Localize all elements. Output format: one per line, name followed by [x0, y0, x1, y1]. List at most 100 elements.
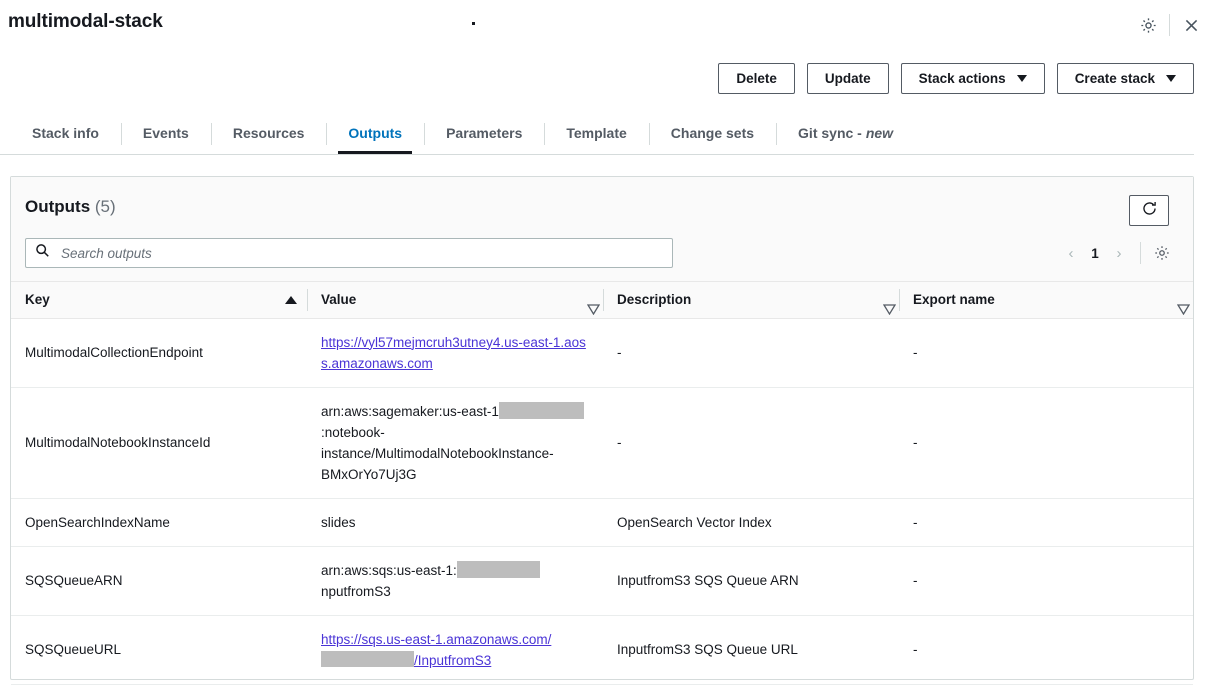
- cell-export-name: -: [899, 318, 1193, 387]
- outputs-table-body: MultimodalCollectionEndpoint https://vyl…: [11, 318, 1193, 684]
- delete-button[interactable]: Delete: [718, 63, 795, 94]
- table-header-row: Key Value Description: [11, 282, 1193, 318]
- tab-label: Change sets: [671, 125, 754, 141]
- tab-label: Template: [566, 125, 626, 141]
- create-stack-button[interactable]: Create stack: [1057, 63, 1194, 94]
- cell-key: MultimodalNotebookInstanceId: [11, 387, 307, 498]
- outputs-count: (5): [95, 197, 116, 216]
- column-header-value-label: Value: [321, 292, 356, 307]
- stack-actions-button-label: Stack actions: [919, 71, 1006, 86]
- redaction-block: [321, 651, 414, 667]
- column-header-export-name[interactable]: Export name: [899, 282, 1193, 318]
- outputs-card: Outputs (5) ‹ 1 ›: [10, 176, 1194, 680]
- stack-action-buttons: Delete Update Stack actions Create stack: [718, 63, 1194, 94]
- delete-button-label: Delete: [736, 71, 777, 86]
- output-value-suffix: /InputfromS3: [414, 653, 491, 668]
- close-icon[interactable]: [1174, 12, 1208, 38]
- page-title: multimodal-stack: [8, 11, 163, 33]
- cell-description: -: [603, 387, 899, 498]
- cell-value: slides: [307, 498, 603, 546]
- cell-value: https://sqs.us-east-1.amazonaws.com/ /Inp…: [307, 615, 603, 684]
- search-icon: [35, 243, 50, 263]
- stack-actions-button[interactable]: Stack actions: [901, 63, 1045, 94]
- tab-resources[interactable]: Resources: [211, 113, 327, 153]
- sort-descending-icon[interactable]: [1171, 296, 1183, 304]
- cell-key: MultimodalCollectionEndpoint: [11, 318, 307, 387]
- cell-value: https://vyl57mejmcruh3utney4.us-east-1.a…: [307, 318, 603, 387]
- tab-label: Resources: [233, 125, 305, 141]
- tab-stack-info[interactable]: Stack info: [10, 113, 121, 153]
- tab-template[interactable]: Template: [544, 113, 648, 153]
- tab-outputs[interactable]: Outputs: [326, 113, 424, 153]
- create-stack-button-label: Create stack: [1075, 71, 1155, 86]
- column-header-description-label: Description: [617, 292, 691, 307]
- tab-git-sync[interactable]: Git sync - new: [776, 113, 915, 153]
- table-row: MultimodalCollectionEndpoint https://vyl…: [11, 318, 1193, 387]
- cell-key: SQSQueueARN: [11, 546, 307, 615]
- tab-label: Events: [143, 125, 189, 141]
- outputs-table-head: Key Value Description: [11, 282, 1193, 318]
- chevron-down-icon: [1017, 75, 1027, 82]
- cell-key: OpenSearchIndexName: [11, 498, 307, 546]
- refresh-button[interactable]: [1129, 195, 1169, 226]
- cell-value: arn:aws:sqs:us-east-1: nputfromS3: [307, 546, 603, 615]
- tab-label: Git sync -: [798, 125, 862, 141]
- outputs-heading: Outputs (5): [25, 197, 116, 217]
- tab-change-sets[interactable]: Change sets: [649, 113, 776, 153]
- output-value-prefix: https://sqs.us-east-1.amazonaws.com/: [321, 632, 551, 647]
- table-row: MultimodalNotebookInstanceId arn:aws:sag…: [11, 387, 1193, 498]
- tab-label: Stack info: [32, 125, 99, 141]
- stack-detail-tabs: Stack info Events Resources Outputs Para…: [0, 113, 1194, 155]
- cell-export-name: -: [899, 615, 1193, 684]
- pagination-prev-icon[interactable]: ‹: [1058, 239, 1084, 267]
- column-header-value[interactable]: Value: [307, 282, 603, 318]
- top-bar-divider: [1169, 14, 1170, 36]
- tab-label: Parameters: [446, 125, 522, 141]
- table-row: SQSQueueARN arn:aws:sqs:us-east-1: nputfr…: [11, 546, 1193, 615]
- outputs-heading-text: Outputs: [25, 197, 90, 216]
- cell-export-name: -: [899, 498, 1193, 546]
- output-value-prefix: arn:aws:sqs:us-east-1:: [321, 563, 457, 578]
- refresh-icon: [1141, 200, 1158, 222]
- cell-description: OpenSearch Vector Index: [603, 498, 899, 546]
- redaction-block: [499, 402, 584, 419]
- column-header-key-label: Key: [25, 292, 50, 307]
- tab-new-badge: new: [866, 125, 893, 141]
- output-value-link[interactable]: https://vyl57mejmcruh3utney4.us-east-1.a…: [321, 335, 586, 371]
- tab-events[interactable]: Events: [121, 113, 211, 153]
- table-row: OpenSearchIndexName slides OpenSearch Ve…: [11, 498, 1193, 546]
- cell-key: SQSQueueURL: [11, 615, 307, 684]
- cell-value: arn:aws:sagemaker:us-east-1 :notebook-ins…: [307, 387, 603, 498]
- search-input[interactable]: [59, 239, 663, 267]
- tab-parameters[interactable]: Parameters: [424, 113, 544, 153]
- column-header-description[interactable]: Description: [603, 282, 899, 318]
- gear-icon[interactable]: [1131, 12, 1165, 38]
- table-preferences-gear-icon[interactable]: [1149, 239, 1175, 267]
- column-header-key[interactable]: Key: [11, 282, 307, 318]
- cell-export-name: -: [899, 546, 1193, 615]
- output-value-suffix: nputfromS3: [321, 584, 391, 599]
- pagination-next-icon[interactable]: ›: [1106, 239, 1132, 267]
- sort-descending-icon[interactable]: [877, 296, 889, 304]
- sort-ascending-icon[interactable]: [285, 296, 297, 304]
- output-value-link[interactable]: https://sqs.us-east-1.amazonaws.com/ /Inp…: [321, 632, 551, 668]
- cell-description: -: [603, 318, 899, 387]
- pagination-page-1[interactable]: 1: [1084, 246, 1106, 261]
- output-value-suffix: :notebook-instance/MultimodalNotebookIns…: [321, 425, 554, 482]
- output-value-prefix: arn:aws:sagemaker:us-east-1: [321, 404, 499, 419]
- outputs-card-header: Outputs (5) ‹ 1 ›: [11, 177, 1193, 282]
- redaction-block: [457, 561, 540, 578]
- pagination-divider: [1140, 242, 1141, 264]
- chevron-down-icon: [1166, 75, 1176, 82]
- table-row: SQSQueueURL https://sqs.us-east-1.amazon…: [11, 615, 1193, 684]
- update-button[interactable]: Update: [807, 63, 889, 94]
- sort-descending-icon[interactable]: [581, 296, 593, 304]
- cell-description: InputfromS3 SQS Queue ARN: [603, 546, 899, 615]
- update-button-label: Update: [825, 71, 871, 86]
- pagination: ‹ 1 ›: [1058, 239, 1175, 267]
- search-outputs-box[interactable]: [25, 238, 673, 268]
- window-top-bar: multimodal-stack: [0, 0, 1218, 48]
- outputs-table: Key Value Description: [11, 282, 1193, 685]
- title-dot-marker: [472, 22, 475, 25]
- cell-export-name: -: [899, 387, 1193, 498]
